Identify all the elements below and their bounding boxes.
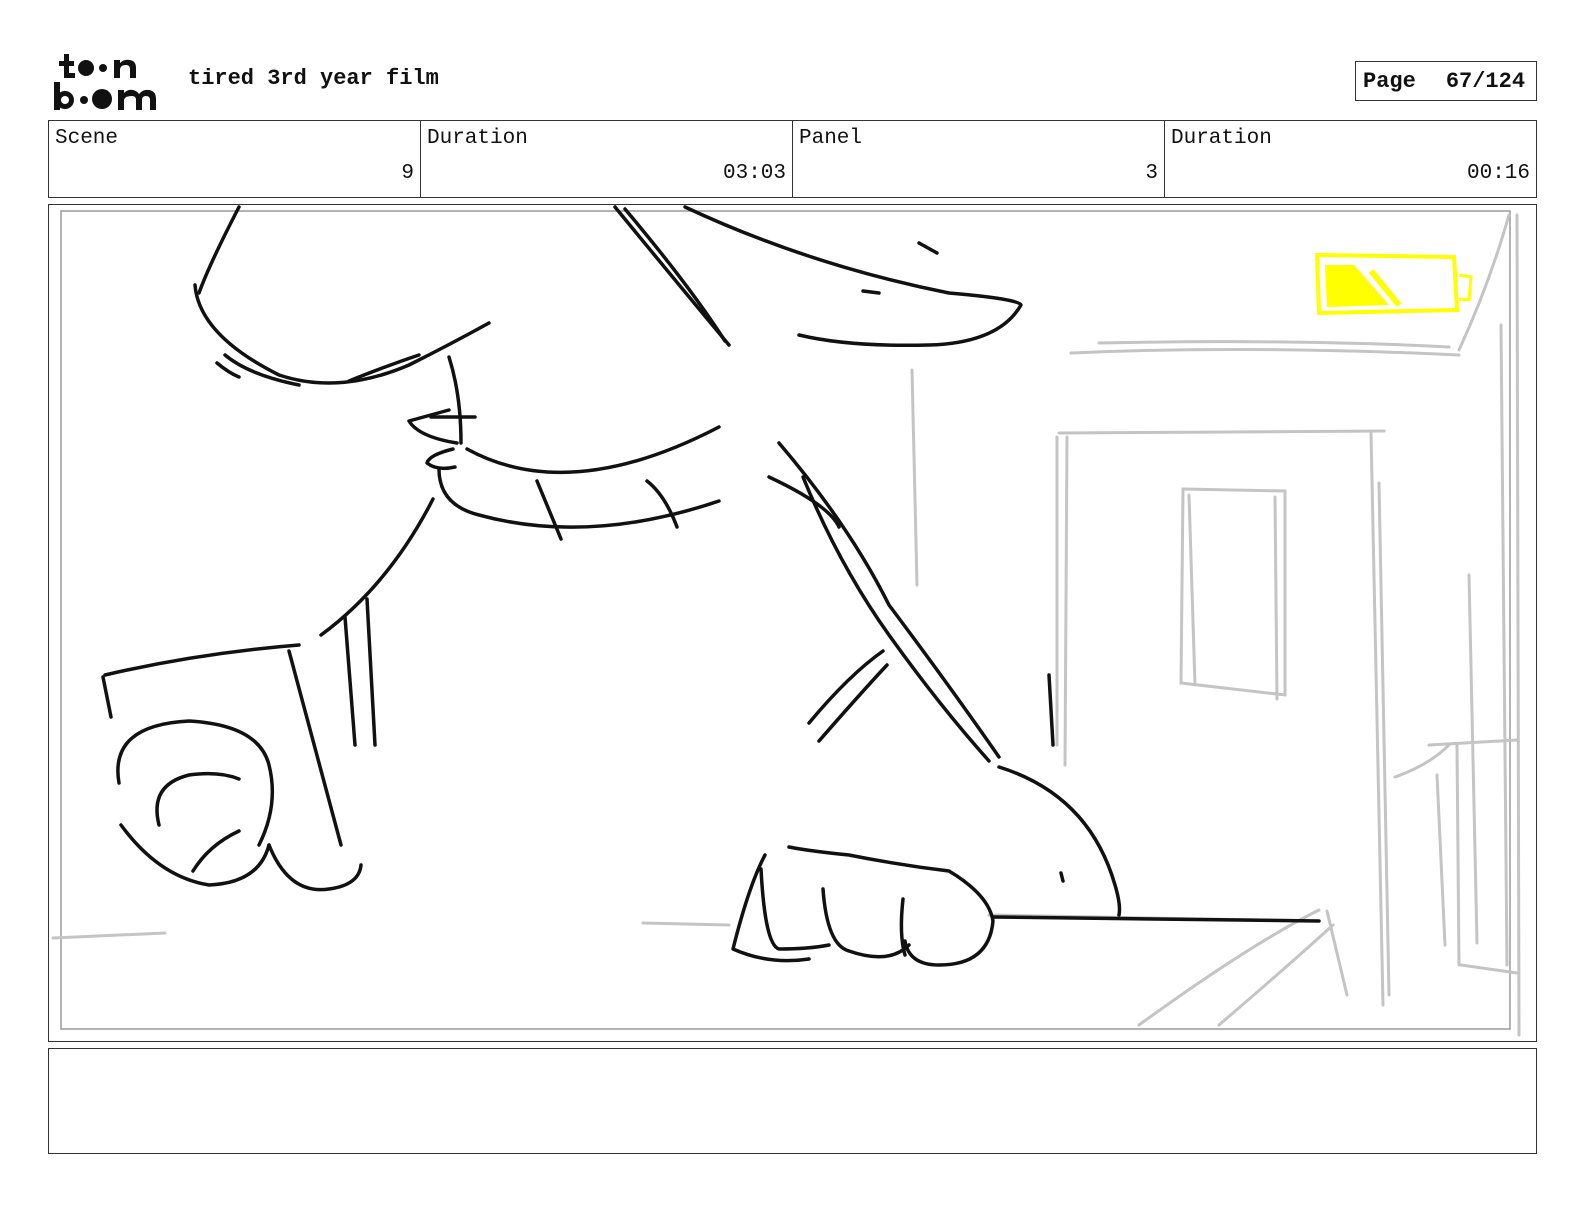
page-number: 67/124: [1445, 68, 1526, 94]
panel-duration-label: Duration: [1171, 127, 1272, 150]
scene-duration-value: 03:03: [722, 162, 786, 185]
panel-sketch: [51, 205, 1521, 1037]
storyboard-panel: [48, 204, 1537, 1042]
panel-cell: Panel 3: [793, 121, 1165, 197]
scene-cell: Scene 9: [49, 121, 421, 197]
panel-duration-value: 00:16: [1466, 162, 1530, 185]
page-indicator: Page 67/124: [1355, 61, 1537, 101]
page-label: Page: [1363, 68, 1416, 94]
panel-label: Panel: [799, 127, 863, 150]
notes-box: [48, 1048, 1537, 1154]
scene-label: Scene: [55, 127, 119, 150]
panel-value: 3: [1145, 162, 1158, 185]
toon-boom-logo: [54, 54, 156, 110]
scene-duration-cell: Duration 03:03: [421, 121, 793, 197]
exit-sign-highlight: [1314, 252, 1473, 316]
panel-duration-cell: Duration 00:16: [1165, 121, 1536, 197]
background-sketch: [51, 213, 1521, 1037]
scene-info-table: Scene 9 Duration 03:03 Panel 3 Duration …: [48, 120, 1537, 198]
scene-duration-label: Duration: [427, 127, 528, 150]
character-linework: [101, 205, 1321, 967]
film-title: tired 3rd year film: [188, 66, 439, 91]
scene-value: 9: [401, 162, 414, 185]
